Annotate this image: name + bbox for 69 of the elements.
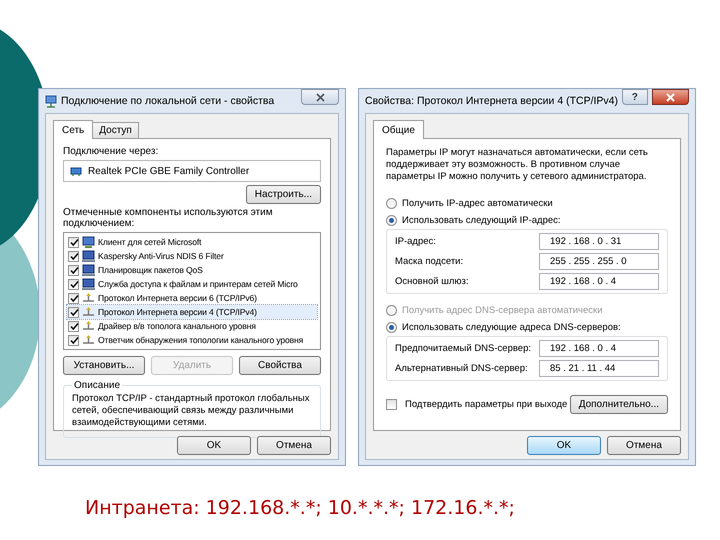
field-label: Основной шлюз: bbox=[395, 276, 468, 287]
window-title: Свойства: Протокол Интернета версии 4 (TCP/IPv4) bbox=[365, 95, 618, 107]
group-label: Описание bbox=[73, 380, 122, 391]
checkbox[interactable] bbox=[68, 334, 79, 346]
close-button[interactable] bbox=[301, 89, 339, 105]
list-item[interactable]: Служба доступа к файлам и принтерам сетей Micro bbox=[67, 277, 317, 291]
cancel-button[interactable]: Отмена bbox=[607, 436, 681, 455]
slide-caption: Интранета: 192.168.*.*; 10.*.*.*; 172.16.*.*; bbox=[85, 497, 516, 519]
tab[interactable]: Общие bbox=[373, 120, 424, 139]
list-item[interactable]: Kaspersky Anti-Virus NDIS 6 Filter bbox=[67, 249, 317, 263]
configure-button[interactable]: Настроить... bbox=[246, 185, 321, 204]
radio-option[interactable]: Использовать следующий IP-адрес: bbox=[386, 212, 668, 229]
install-button[interactable]: Установить... bbox=[63, 356, 145, 375]
network-protocol-icon bbox=[82, 334, 95, 346]
ip-address-field[interactable]: 192 . 168 . 0 . 31 bbox=[539, 233, 659, 250]
ip-address-field[interactable]: 192 . 168 . 0 . 4 bbox=[539, 273, 659, 290]
description-text: Протокол TCP/IP - стандартный протокол глобальных сетей, обеспечивающий связь между различными взаимодействующими сетями. bbox=[72, 393, 310, 429]
list-item[interactable]: Протокол Интернета версии 6 (TCP/IPv6) bbox=[67, 291, 317, 305]
window-title: Подключение по локальной сети - свойства bbox=[61, 95, 276, 107]
checkbox[interactable] bbox=[386, 399, 397, 410]
ip-address-field[interactable]: 192 . 168 . 0 . 4 bbox=[539, 340, 659, 357]
computer-icon bbox=[82, 236, 95, 248]
section-label: Подключение через: bbox=[63, 146, 160, 157]
help-button[interactable]: ? bbox=[622, 89, 648, 105]
list-item[interactable]: Протокол Интернета версии 4 (TCP/IPv4) bbox=[67, 305, 317, 319]
checkbox[interactable] bbox=[68, 264, 79, 276]
list-item[interactable]: Планировщик пакетов QoS bbox=[67, 263, 317, 277]
intro-text: Параметры IP могут назначаться автоматически, если сеть поддерживает эту возможность. В противном случае параметры IP можно получить у сетевого администратора. bbox=[386, 147, 649, 183]
field-label: Предпочитаемый DNS-сервер: bbox=[395, 343, 532, 354]
checkbox[interactable] bbox=[68, 320, 79, 332]
monitor-icon bbox=[82, 250, 95, 262]
close-button[interactable] bbox=[652, 89, 689, 105]
monitor-icon bbox=[82, 278, 95, 290]
checkbox[interactable] bbox=[68, 250, 79, 262]
adapter-name: Realtek PCIe GBE Family Controller bbox=[88, 166, 250, 176]
network-protocol-icon bbox=[82, 320, 95, 332]
checkbox[interactable] bbox=[68, 236, 79, 248]
network-protocol-icon bbox=[82, 306, 95, 318]
radio-button[interactable] bbox=[386, 198, 397, 209]
radio-option[interactable]: Получить IP-адрес автоматически bbox=[386, 195, 668, 212]
ip-address-field[interactable]: 85 . 21 . 11 . 44 bbox=[539, 360, 659, 377]
checkbox[interactable] bbox=[68, 278, 79, 290]
network-adapter-icon bbox=[70, 165, 82, 177]
properties-button[interactable]: Свойства bbox=[239, 356, 321, 375]
field-label: IP-адрес: bbox=[395, 236, 436, 247]
checkbox[interactable] bbox=[68, 306, 79, 318]
network-icon bbox=[45, 94, 57, 108]
section-label: Отмеченные компоненты используются этим подключением: bbox=[63, 207, 274, 229]
advanced-button[interactable]: Дополнительно... bbox=[570, 395, 668, 414]
radio-option[interactable]: Использовать следующие адреса DNS-серверов: bbox=[386, 319, 668, 336]
close-icon bbox=[666, 92, 675, 102]
tab[interactable]: Сеть bbox=[53, 120, 94, 139]
radio-button[interactable] bbox=[386, 215, 397, 226]
checkbox[interactable] bbox=[68, 292, 79, 304]
ok-button[interactable]: OK bbox=[177, 436, 251, 455]
radio-button[interactable] bbox=[386, 322, 397, 333]
list-item[interactable]: Клиент для сетей Microsoft bbox=[67, 235, 317, 249]
field-label: Альтернативный DNS-сервер: bbox=[395, 363, 528, 374]
list-item[interactable]: Ответчик обнаружения топологии канального уровня bbox=[67, 333, 317, 347]
ok-button[interactable]: OK bbox=[527, 436, 601, 455]
tab[interactable]: Доступ bbox=[92, 122, 139, 138]
close-icon bbox=[316, 92, 324, 102]
list-item[interactable]: Драйвер в/в тополога канального уровня bbox=[67, 319, 317, 333]
field-label: Маска подсети: bbox=[395, 256, 464, 267]
checkbox-option[interactable]: Подтвердить параметры при выходе bbox=[386, 399, 568, 410]
monitor-icon bbox=[82, 264, 95, 276]
network-protocol-icon bbox=[82, 292, 95, 304]
ip-address-field[interactable]: 255 . 255 . 255 . 0 bbox=[539, 253, 659, 270]
cancel-button[interactable]: Отмена bbox=[257, 436, 331, 455]
